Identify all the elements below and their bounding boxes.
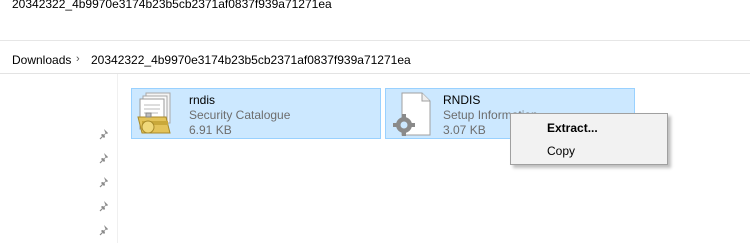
pin-icon[interactable]: [99, 200, 111, 212]
window-title: 20342322_4b9970e3174b23b5cb2371af0837f93…: [12, 0, 332, 11]
file-item-rndis-cat[interactable]: rndis Security Catalogue 6.91 KB: [131, 88, 381, 139]
navigation-pane: [0, 74, 117, 243]
pin-icon[interactable]: [99, 224, 111, 236]
security-catalogue-icon: [137, 92, 171, 134]
file-size: 6.91 KB: [189, 123, 232, 137]
breadcrumb-downloads[interactable]: Downloads: [12, 53, 71, 67]
context-menu: Extract... Copy: [510, 113, 668, 165]
pin-icon[interactable]: [99, 128, 111, 140]
file-name: rndis: [189, 93, 216, 107]
breadcrumb-separator-icon[interactable]: ›: [76, 53, 80, 65]
address-bar[interactable]: Downloads › 20342322_4b9970e3174b23b5cb2…: [0, 46, 750, 72]
pin-icon[interactable]: [99, 176, 111, 188]
menu-item-label: Extract...: [547, 121, 598, 135]
setup-information-icon: [393, 92, 431, 136]
file-type: Security Catalogue: [189, 108, 291, 122]
menu-item-copy[interactable]: Copy: [512, 140, 666, 162]
file-name: RNDIS: [443, 93, 481, 107]
menu-item-label: Copy: [547, 144, 576, 158]
title-bar: 20342322_4b9970e3174b23b5cb2371af0837f93…: [0, 0, 750, 40]
pin-icon[interactable]: [99, 152, 111, 164]
divider: [0, 40, 750, 41]
menu-item-extract[interactable]: Extract...: [512, 117, 666, 139]
breadcrumb-current-folder[interactable]: 20342322_4b9970e3174b23b5cb2371af0837f93…: [91, 53, 411, 67]
divider: [117, 74, 118, 243]
file-size: 3.07 KB: [443, 123, 486, 137]
